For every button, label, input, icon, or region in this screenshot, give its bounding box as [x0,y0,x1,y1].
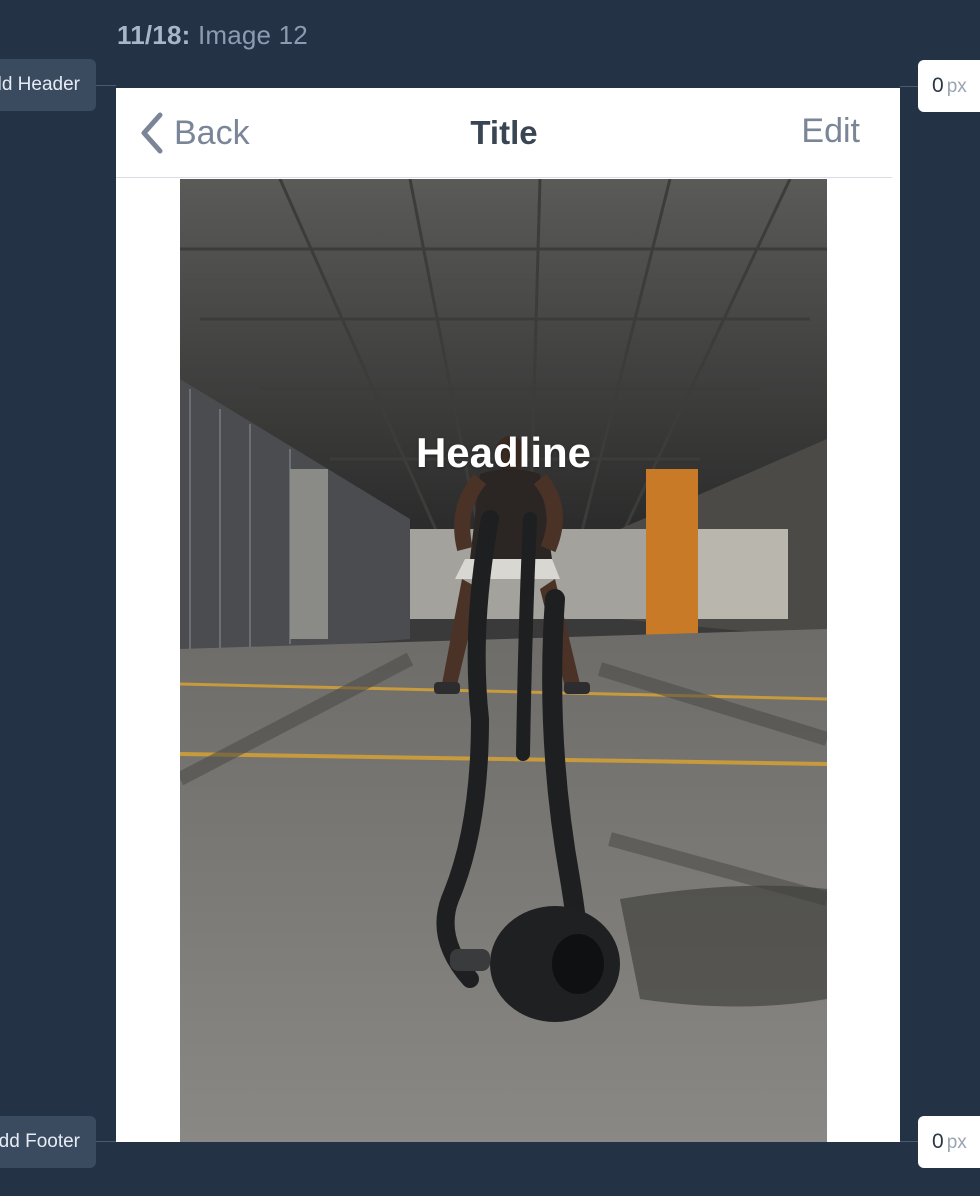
headline: Headline [415,429,592,476]
navigation-bar: Back Title Edit [116,88,892,178]
add-header-button[interactable]: Add Header [0,59,96,111]
header-connector [96,85,116,86]
header-height-value: 0 [932,74,944,97]
footer-connector [96,1141,116,1142]
screen-counter: 11/18: [117,20,191,50]
hero-image: Headline [180,179,827,1142]
add-footer-button[interactable]: Add Footer [0,1116,96,1168]
nav-title: Title [470,114,538,151]
header-height-input[interactable]: 0 px [918,60,980,112]
edit-button[interactable]: Edit [801,112,860,151]
footer-height-unit: px [946,1132,967,1153]
battle-ropes-photo [180,179,827,1142]
add-header-label: Add Header [0,74,80,95]
footer-px-connector [900,1141,918,1142]
phone-screen: Back Title Edit Headline [116,88,900,1142]
screen-caption: 11/18: Image 12 [117,20,308,51]
footer-height-value: 0 [932,1130,944,1153]
header-height-unit: px [946,76,967,97]
add-footer-label: Add Footer [0,1131,80,1152]
footer-height-input[interactable]: 0 px [918,1116,980,1168]
header-px-connector [900,86,918,87]
screen-name: Image 12 [197,20,308,50]
